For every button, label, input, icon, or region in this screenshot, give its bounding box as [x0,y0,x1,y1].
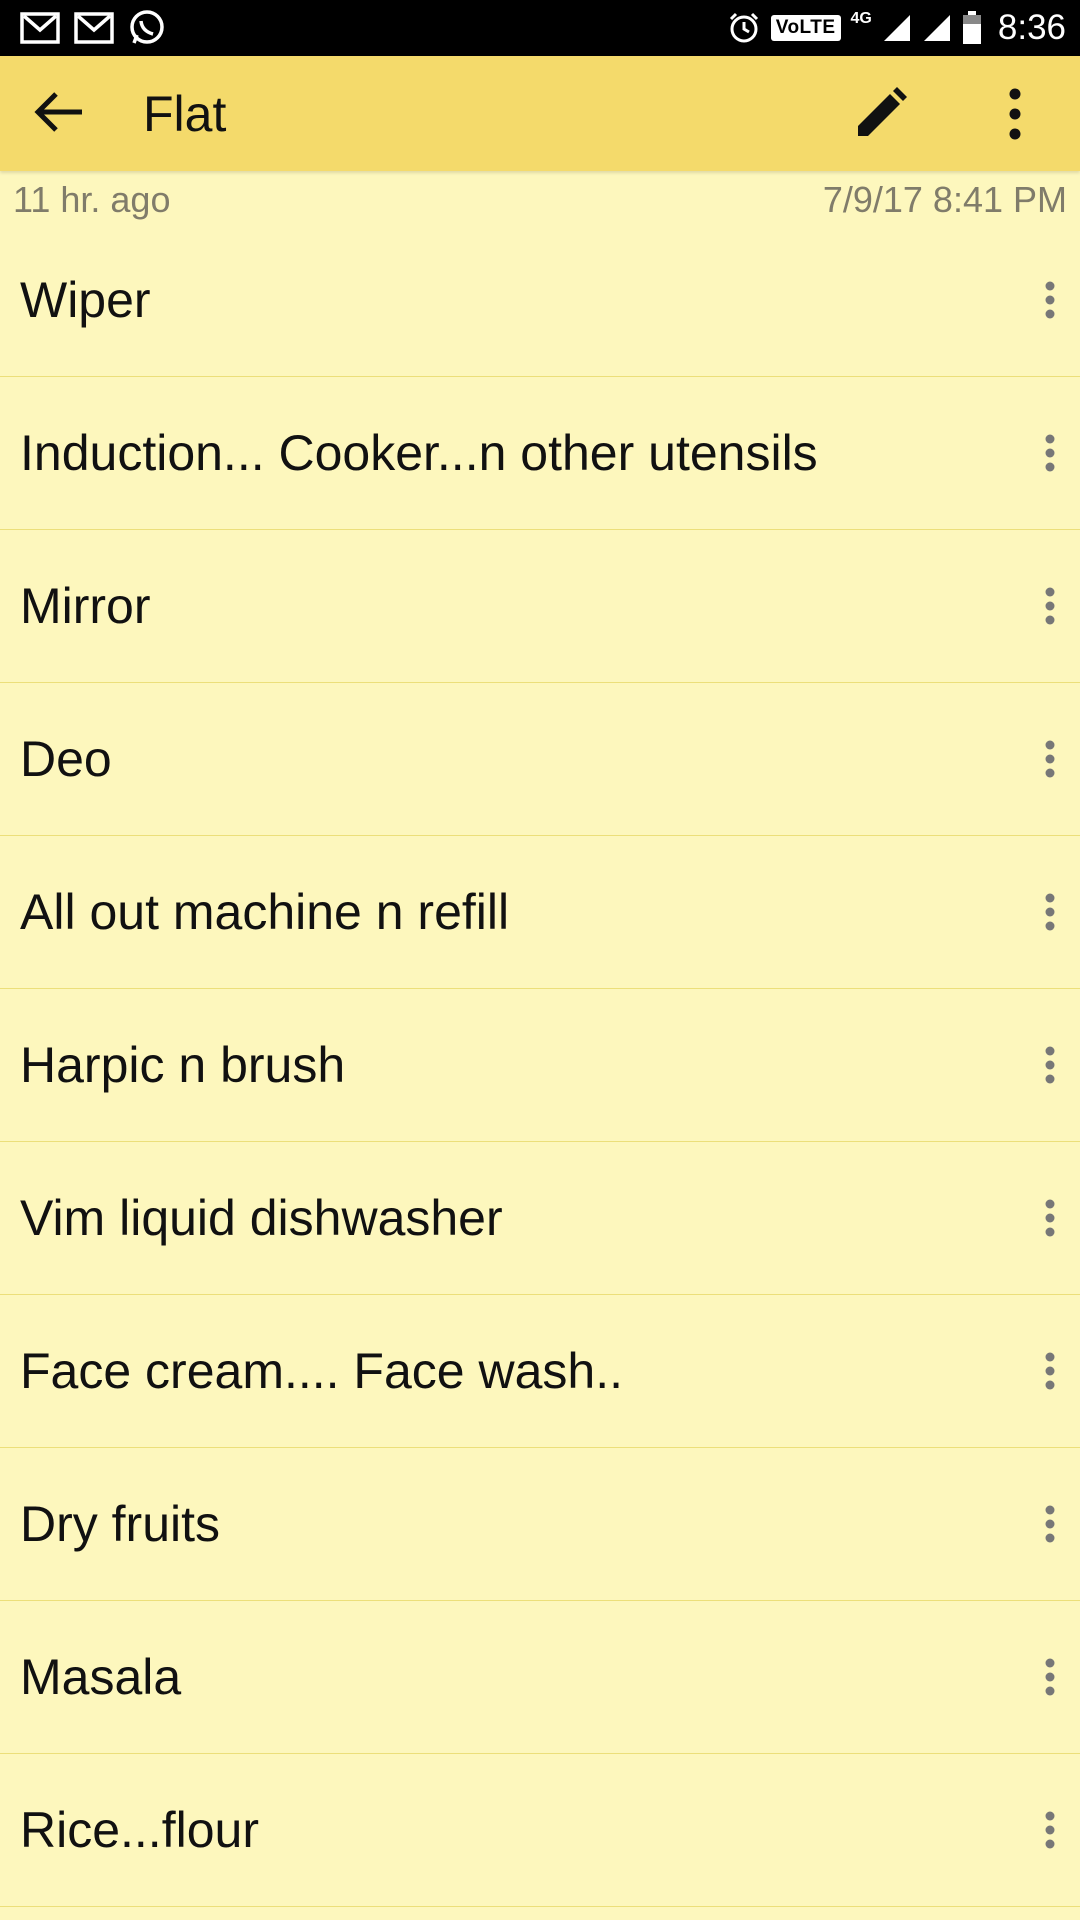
more-vertical-icon [1007,88,1023,145]
checklist: Wiper Induction... Cooker...n other uten… [0,224,1080,1907]
list-item[interactable]: All out machine n refill [0,836,1080,989]
item-more-icon[interactable] [1030,270,1070,330]
list-item[interactable]: Vim liquid dishwasher [0,1142,1080,1295]
list-item[interactable]: Face cream.... Face wash.. [0,1295,1080,1448]
more-options-button[interactable] [983,84,1047,148]
status-bar: VoLTE 4G 8:36 [0,0,1080,56]
list-item-text[interactable]: Face cream.... Face wash.. [20,1342,623,1400]
item-more-icon[interactable] [1030,882,1070,942]
item-more-icon[interactable] [1030,1800,1070,1860]
list-item[interactable]: Deo [0,683,1080,836]
list-item[interactable]: Harpic n brush [0,989,1080,1142]
system-icons: VoLTE 4G 8:36 [727,8,1066,48]
battery-icon [962,11,982,45]
signal-icon [922,13,952,43]
gmail-icon [74,12,114,44]
arrow-left-icon [32,90,84,139]
edit-button[interactable] [848,84,912,148]
list-item[interactable]: Rice...flour [0,1754,1080,1907]
gmail-icon [20,12,60,44]
list-item-text[interactable]: Induction... Cooker...n other utensils [20,424,818,482]
pencil-icon [852,86,908,147]
item-more-icon[interactable] [1030,1188,1070,1248]
list-item[interactable]: Induction... Cooker...n other utensils [0,377,1080,530]
relative-time: 11 hr. ago [13,179,171,220]
list-item-text[interactable]: Masala [20,1648,181,1706]
list-item[interactable]: Masala [0,1601,1080,1754]
list-item-text[interactable]: All out machine n refill [20,883,509,941]
list-item[interactable]: Mirror [0,530,1080,683]
list-item-text[interactable]: Deo [20,730,112,788]
list-item-text[interactable]: Vim liquid dishwasher [20,1189,503,1247]
list-item-text[interactable]: Dry fruits [20,1495,220,1553]
back-button[interactable] [28,84,88,144]
clock: 8:36 [997,8,1066,47]
list-item-text[interactable]: Rice...flour [20,1801,259,1859]
item-more-icon[interactable] [1030,1494,1070,1554]
app-bar: Flat [0,56,1080,171]
list-item-text[interactable]: Harpic n brush [20,1036,345,1094]
alarm-icon [727,11,761,45]
item-more-icon[interactable] [1030,1341,1070,1401]
list-item-text[interactable]: Mirror [20,577,151,635]
whatsapp-icon [128,9,166,47]
note-timestamp: 7/9/17 8:41 PM [822,179,1067,220]
item-more-icon[interactable] [1030,423,1070,483]
item-more-icon[interactable] [1030,729,1070,789]
item-more-icon[interactable] [1030,1647,1070,1707]
item-more-icon[interactable] [1030,576,1070,636]
notification-icons [20,8,166,48]
signal-icon [882,13,912,43]
list-item[interactable]: Dry fruits [0,1448,1080,1601]
page-title: Flat [143,86,227,142]
list-item[interactable]: Wiper [0,224,1080,377]
volte-icon: VoLTE [770,15,841,41]
note-meta: 11 hr. ago 7/9/17 8:41 PM [0,171,1080,231]
list-item-text[interactable]: Wiper [20,271,151,329]
network-type-label: 4G [850,10,872,27]
item-more-icon[interactable] [1030,1035,1070,1095]
